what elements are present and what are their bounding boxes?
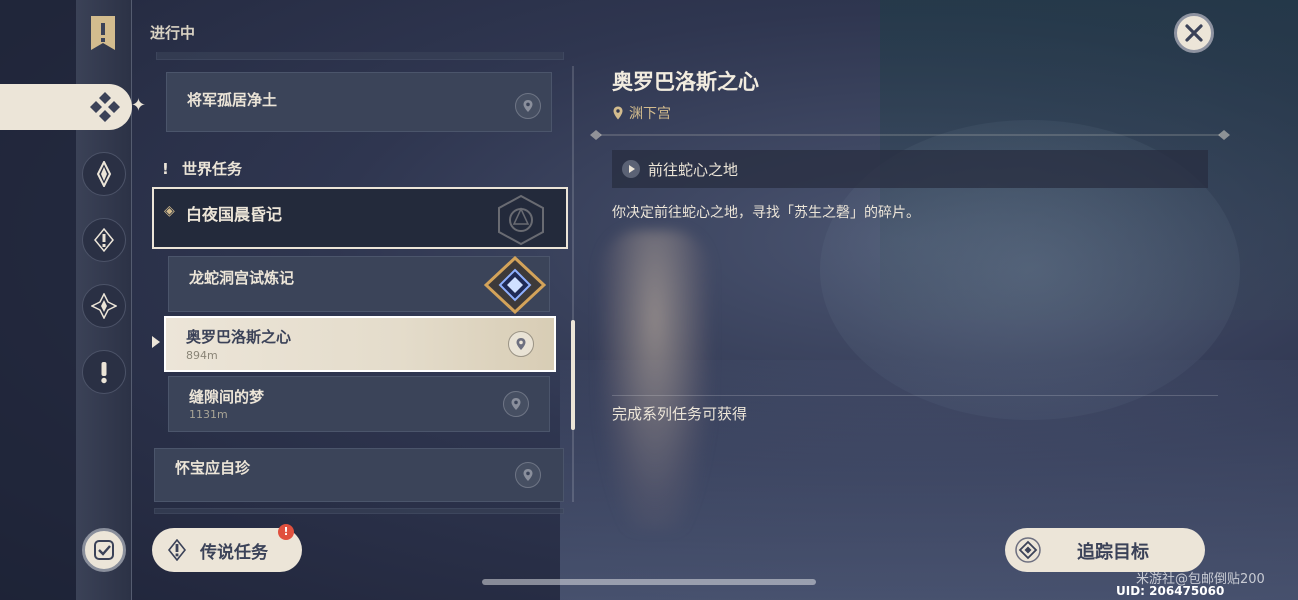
close-button[interactable] [1174,13,1214,53]
rail-tab-story[interactable] [82,218,126,262]
reward-note: 完成系列任务可获得 [612,405,748,423]
quest-item[interactable]: 缝隙间的梦 1131m [168,376,550,432]
detail-divider [612,395,1218,396]
quest-item-selected[interactable]: 奥罗巴洛斯之心 894m [164,316,556,372]
track-target-label: 追踪目标 [1077,542,1149,563]
legend-quest-icon [167,539,187,561]
location-pin-icon [613,106,623,120]
quest-cluster-icon [90,92,120,122]
ornamental-divider [590,130,1230,140]
rail-tab-commission[interactable] [82,284,126,328]
location-pin-icon[interactable] [508,331,534,357]
location-pin-icon[interactable] [503,391,529,417]
quest-detail-title: 奥罗巴洛斯之心 [612,70,759,94]
quest-chapter-header[interactable]: ◈ 白夜国晨昏记 [152,187,568,249]
chapter-label: 白夜国晨昏记 [186,205,283,224]
legend-quest-label: 传说任务 [200,542,268,563]
legend-quest-button[interactable]: 传说任务 ! [152,524,302,572]
home-indicator[interactable] [482,579,816,585]
quest-list-scrollbar[interactable] [570,66,576,502]
exclamation-icon: ! [162,160,169,178]
tracked-quest-icon[interactable] [484,256,546,314]
track-diamond-icon [1015,537,1041,563]
location-pin-icon[interactable] [515,93,541,119]
character-figure [600,230,710,530]
quest-item-distance: 1131m [189,408,228,421]
quest-description: 你决定前往蛇心之地，寻找「苏生之磬」的碎片。 [612,205,920,221]
quest-step-row: 前往蛇心之地 [612,150,1208,188]
uid-label: UID: 206475060 [1116,584,1225,598]
scrollbar-thumb[interactable] [571,320,575,430]
quest-item-top[interactable]: 将军孤居净土 [166,72,552,132]
location-pin-icon[interactable] [515,462,541,488]
location-label: 渊下宫 [629,106,671,122]
quest-banner-icon [91,16,115,50]
quest-item-label: 将军孤居净土 [187,91,278,109]
quest-detail-location: 渊下宫 [612,103,671,123]
exclamation-icon [101,362,107,384]
selection-pointer-icon [152,336,160,348]
quest-item-distance: 894m [186,349,218,362]
close-icon [1185,24,1203,42]
story-quest-icon [94,227,114,253]
rail-tab-all-quests[interactable]: ✦ [0,84,146,130]
quest-item-label: 怀宝应自珍 [175,459,251,477]
quest-item-label: 龙蛇洞宫试炼记 [189,269,295,287]
quest-item[interactable]: 怀宝应自珍 [154,448,564,502]
track-target-button[interactable]: 追踪目标 [1005,528,1205,572]
page-title: 进行中 [150,24,196,42]
quest-step-label: 前往蛇心之地 [648,160,739,179]
commission-quest-icon [91,293,117,319]
section-label: 世界任务 [182,160,243,178]
sparkle-icon: ✦ [130,95,146,116]
notification-badge: ! [278,524,294,540]
rail-tab-archon[interactable] [82,152,126,196]
scrollbar-track [572,66,574,502]
section-header-world-quests: ! 世界任务 [162,158,242,179]
quest-settings-button[interactable] [82,528,126,572]
play-arrow-icon [622,160,640,178]
quest-item-label: 缝隙间的梦 [189,388,265,406]
chapter-emblem-icon [498,194,544,246]
chapter-diamond-icon: ◈ [164,203,175,219]
rail-tab-world[interactable] [82,350,126,394]
quest-item-label: 奥罗巴洛斯之心 [186,328,292,346]
archon-quest-icon [96,161,112,187]
list-item-cut-off [154,508,564,514]
quest-settings-icon [94,540,114,560]
list-item-cut-off [156,52,564,60]
